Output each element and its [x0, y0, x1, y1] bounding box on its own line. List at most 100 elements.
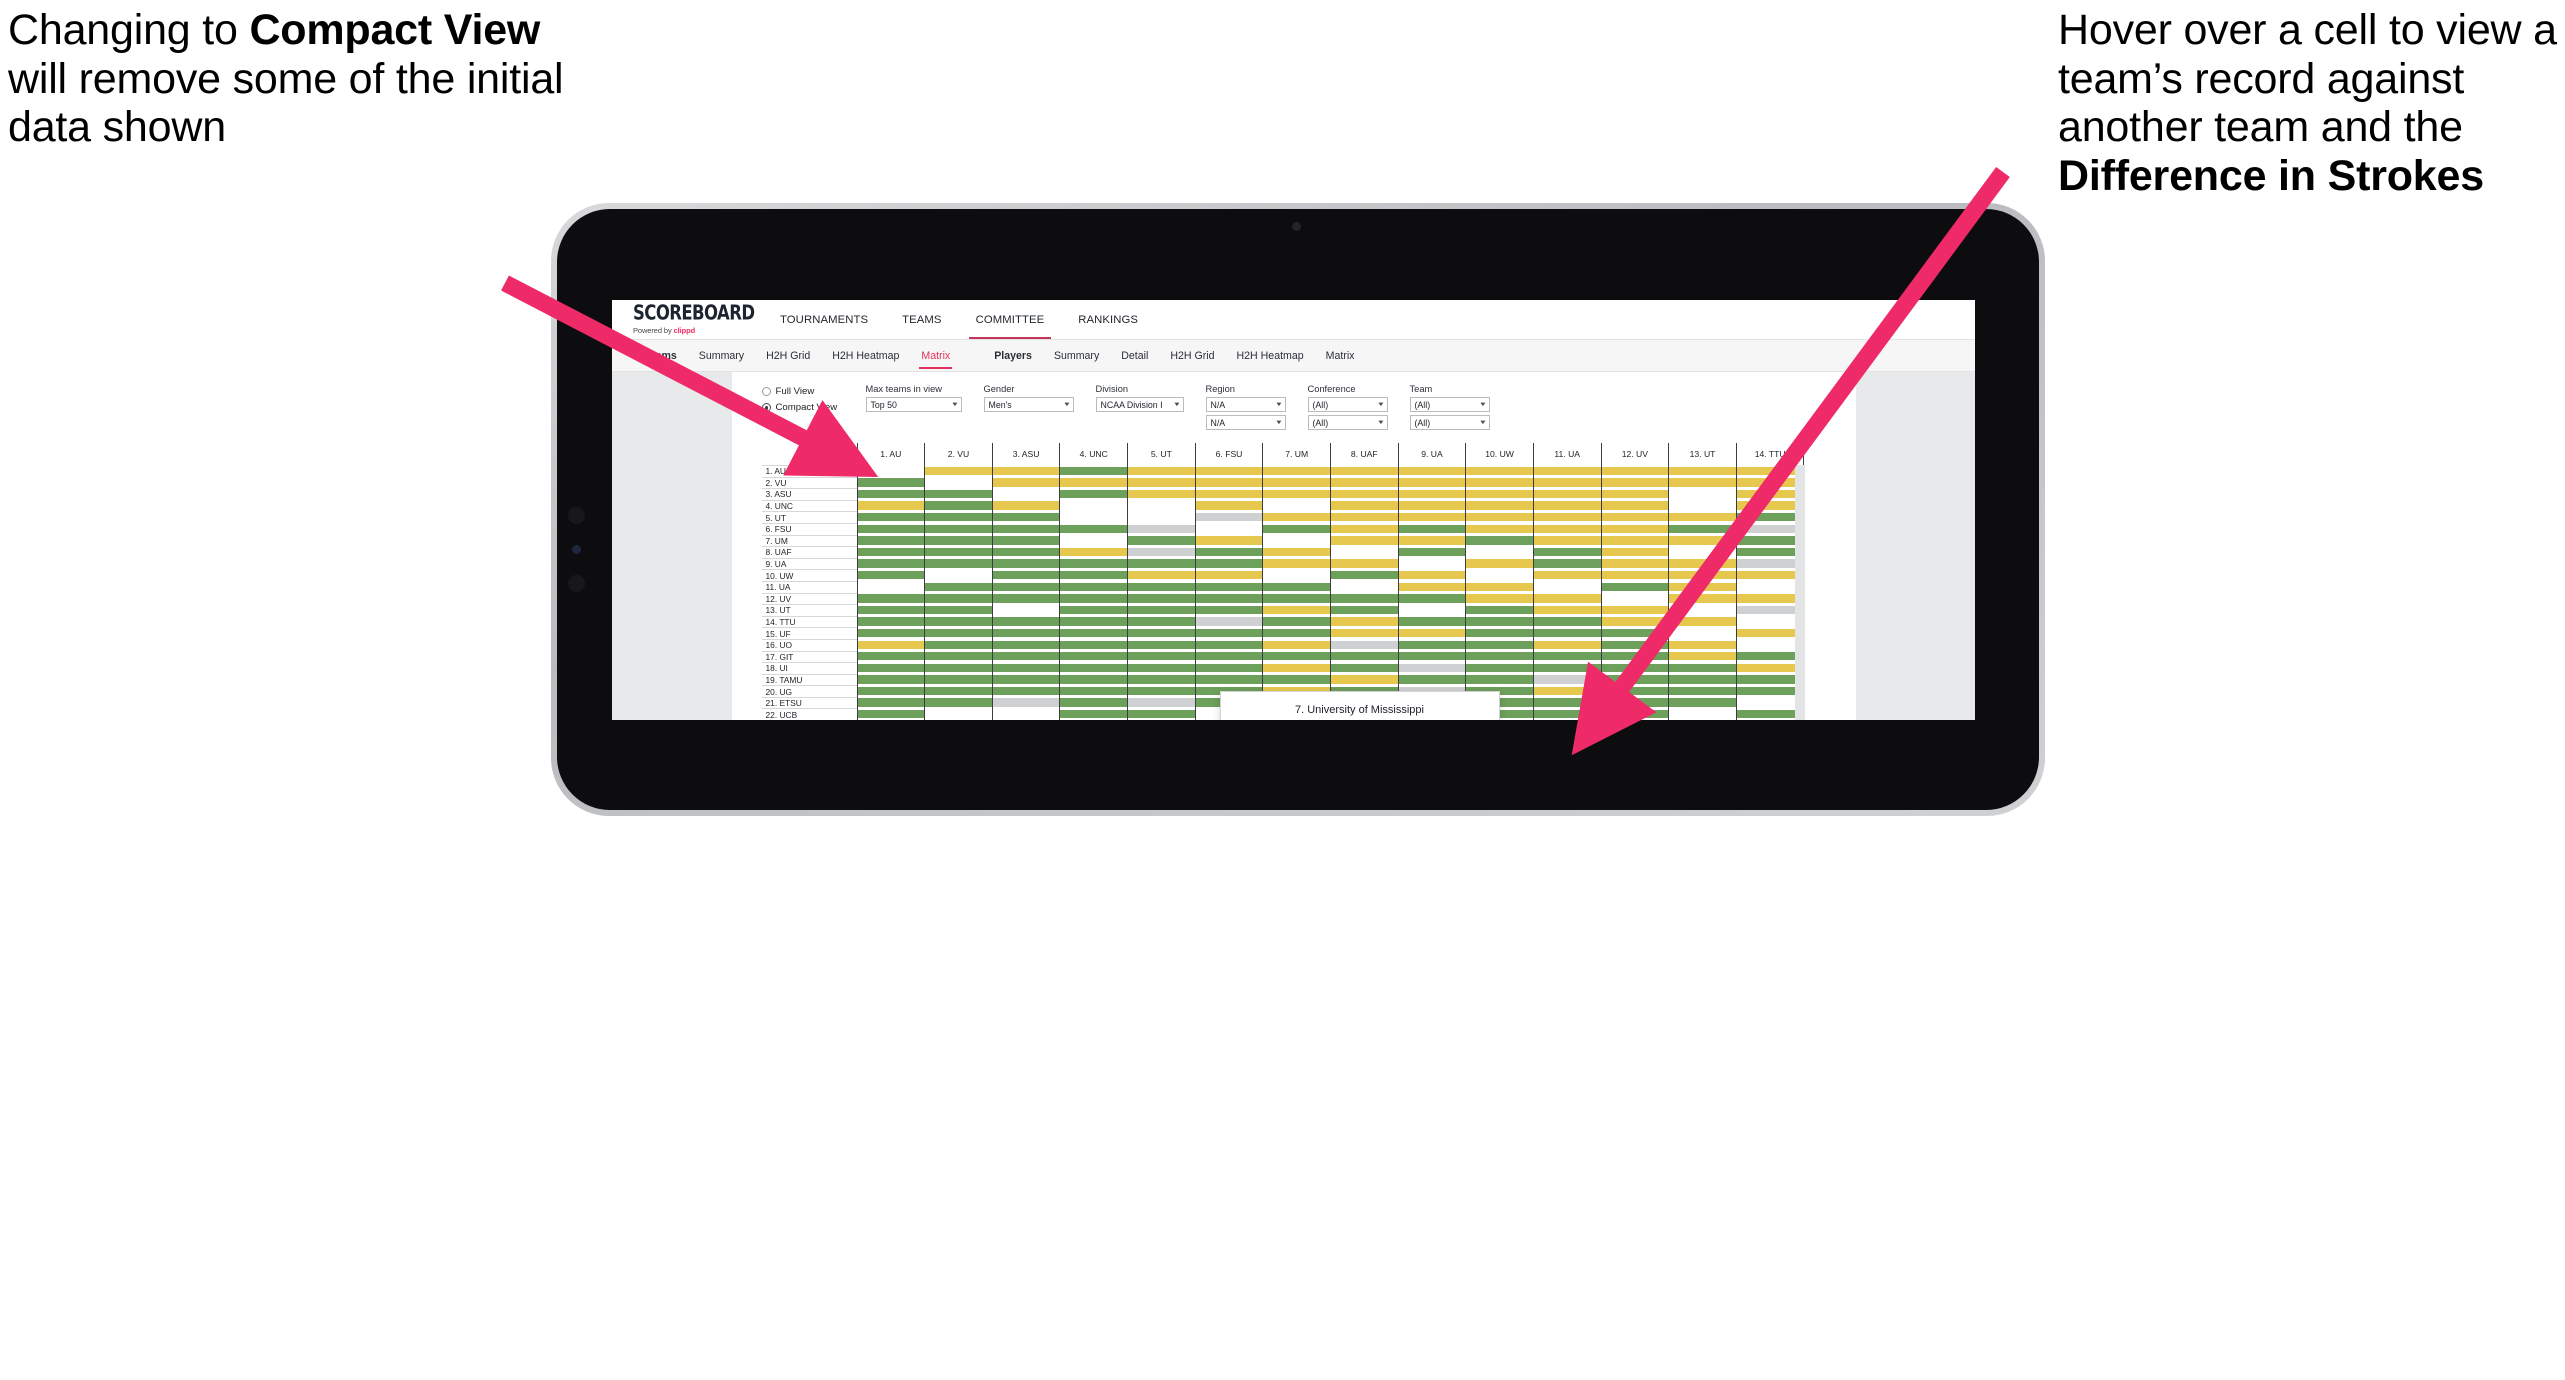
matrix-cell[interactable]: [1059, 534, 1128, 547]
matrix-cell[interactable]: [924, 511, 992, 523]
matrix-cell[interactable]: [1262, 650, 1330, 663]
matrix-cell[interactable]: [1262, 499, 1330, 512]
matrix-cell[interactable]: [1668, 522, 1736, 535]
matrix-row-label[interactable]: 22. UCB: [761, 708, 857, 720]
matrix-cell[interactable]: [1194, 476, 1263, 489]
matrix-cell[interactable]: [1059, 569, 1128, 581]
matrix-row-label[interactable]: 15. UF: [761, 627, 857, 639]
matrix-cell[interactable]: [1262, 638, 1330, 651]
matrix-cell[interactable]: [1600, 662, 1669, 674]
matrix-row-label[interactable]: 14. TTU: [761, 615, 857, 628]
matrix-cell[interactable]: [991, 499, 1060, 512]
matrix-cell[interactable]: [1668, 627, 1736, 639]
matrix-cell[interactable]: [1532, 465, 1601, 477]
filter-max-teams-select[interactable]: Top 50 ▼: [865, 397, 962, 412]
matrix-column-header[interactable]: 4. UNC: [1059, 443, 1127, 465]
matrix-cell[interactable]: [1059, 662, 1128, 674]
subtab-players-0[interactable]: Players: [983, 340, 1043, 372]
subtab-h2h-grid-3[interactable]: H2H Grid: [1159, 340, 1225, 372]
subtab-teams-0[interactable]: Teams: [633, 340, 688, 372]
matrix-cell[interactable]: [924, 662, 992, 674]
topnav-item-teams[interactable]: TEAMS: [885, 300, 958, 339]
matrix-row-label[interactable]: 19. TAMU: [761, 673, 857, 686]
matrix-cell[interactable]: [1600, 511, 1669, 523]
matrix-cell[interactable]: [924, 569, 992, 581]
matrix-column-header[interactable]: 2. VU: [924, 443, 992, 465]
matrix-row-label[interactable]: 18. UI: [761, 662, 857, 674]
matrix-cell[interactable]: [1397, 476, 1466, 489]
matrix-cell[interactable]: [1532, 615, 1601, 628]
matrix-cell[interactable]: [1127, 522, 1195, 535]
matrix-cell[interactable]: [924, 592, 992, 605]
matrix-cell[interactable]: [924, 499, 992, 512]
matrix-cell[interactable]: [1329, 534, 1398, 547]
matrix-cell[interactable]: [924, 708, 992, 720]
matrix-cell[interactable]: [856, 592, 925, 605]
matrix-cell[interactable]: [1465, 673, 1533, 686]
matrix-cell[interactable]: [1059, 557, 1128, 570]
matrix-cell[interactable]: [1668, 604, 1736, 616]
matrix-column-header[interactable]: 11. UA: [1532, 443, 1601, 465]
matrix-cell[interactable]: [1532, 569, 1601, 581]
matrix-cell[interactable]: [856, 580, 925, 593]
matrix-cell[interactable]: [991, 708, 1060, 720]
matrix-cell[interactable]: [1127, 592, 1195, 605]
matrix-cell[interactable]: [1600, 615, 1669, 628]
matrix-cell[interactable]: [991, 638, 1060, 651]
matrix-cell[interactable]: [856, 499, 925, 512]
matrix-cell[interactable]: [856, 685, 925, 697]
matrix-cell[interactable]: [1194, 511, 1263, 523]
matrix-cell[interactable]: [924, 488, 992, 500]
matrix-cell[interactable]: [1465, 557, 1533, 570]
matrix-column-header[interactable]: 14. TTU: [1735, 443, 1805, 465]
matrix-cell[interactable]: [1329, 580, 1398, 593]
matrix-cell[interactable]: [991, 615, 1060, 628]
matrix-cell[interactable]: [1059, 673, 1128, 686]
matrix-cell[interactable]: [1059, 476, 1128, 489]
matrix-cell[interactable]: [1329, 673, 1398, 686]
matrix-cell[interactable]: [1329, 569, 1398, 581]
matrix-cell[interactable]: [1329, 592, 1398, 605]
matrix-cell[interactable]: [1668, 488, 1736, 500]
matrix-cell[interactable]: [991, 673, 1060, 686]
matrix-cell[interactable]: [1397, 465, 1466, 477]
matrix-cell[interactable]: [1397, 650, 1466, 663]
matrix-cell[interactable]: [1668, 673, 1736, 686]
matrix-cell[interactable]: [924, 546, 992, 558]
matrix-cell[interactable]: [1127, 685, 1195, 697]
matrix-cell[interactable]: [1397, 638, 1466, 651]
matrix-cell[interactable]: [1194, 592, 1263, 605]
matrix-cell[interactable]: [1397, 499, 1466, 512]
matrix-row-label[interactable]: 2. VU: [761, 476, 857, 489]
radio-compact-view-circle[interactable]: [761, 403, 771, 412]
matrix-cell[interactable]: [1668, 708, 1736, 720]
matrix-column-header[interactable]: 7. UM: [1262, 443, 1330, 465]
matrix-cell[interactable]: [1668, 615, 1736, 628]
filter-conference-select-1[interactable]: (All) ▼: [1307, 397, 1388, 412]
matrix-cell[interactable]: [991, 557, 1060, 570]
filter-region-select-1[interactable]: N/A ▼: [1205, 397, 1286, 412]
matrix-cell[interactable]: [1127, 546, 1195, 558]
matrix-cell[interactable]: [1532, 557, 1601, 570]
matrix-cell[interactable]: [1194, 557, 1263, 570]
matrix-cell[interactable]: [1127, 557, 1195, 570]
matrix-cell[interactable]: [1465, 638, 1533, 651]
matrix-cell[interactable]: [856, 627, 925, 639]
matrix-cell[interactable]: [1600, 465, 1669, 477]
matrix-cell[interactable]: [856, 650, 925, 663]
matrix-cell[interactable]: [1600, 638, 1669, 651]
matrix-cell[interactable]: [991, 604, 1060, 616]
matrix-cell[interactable]: [1668, 580, 1736, 593]
matrix-cell[interactable]: [1059, 522, 1128, 535]
matrix-cell[interactable]: [1397, 534, 1466, 547]
matrix-row-label[interactable]: 3. ASU: [761, 488, 857, 500]
matrix-vertical-scrollbar[interactable]: [1794, 465, 1805, 720]
matrix-cell[interactable]: [1532, 708, 1601, 720]
matrix-cell[interactable]: [1262, 662, 1330, 674]
matrix-cell[interactable]: [1465, 592, 1533, 605]
matrix-row-label[interactable]: 6. FSU: [761, 522, 857, 535]
matrix-cell[interactable]: [1262, 511, 1330, 523]
matrix-cell[interactable]: [1329, 499, 1398, 512]
matrix-cell[interactable]: [1397, 627, 1466, 639]
radio-compact-view[interactable]: Compact View: [761, 402, 866, 413]
